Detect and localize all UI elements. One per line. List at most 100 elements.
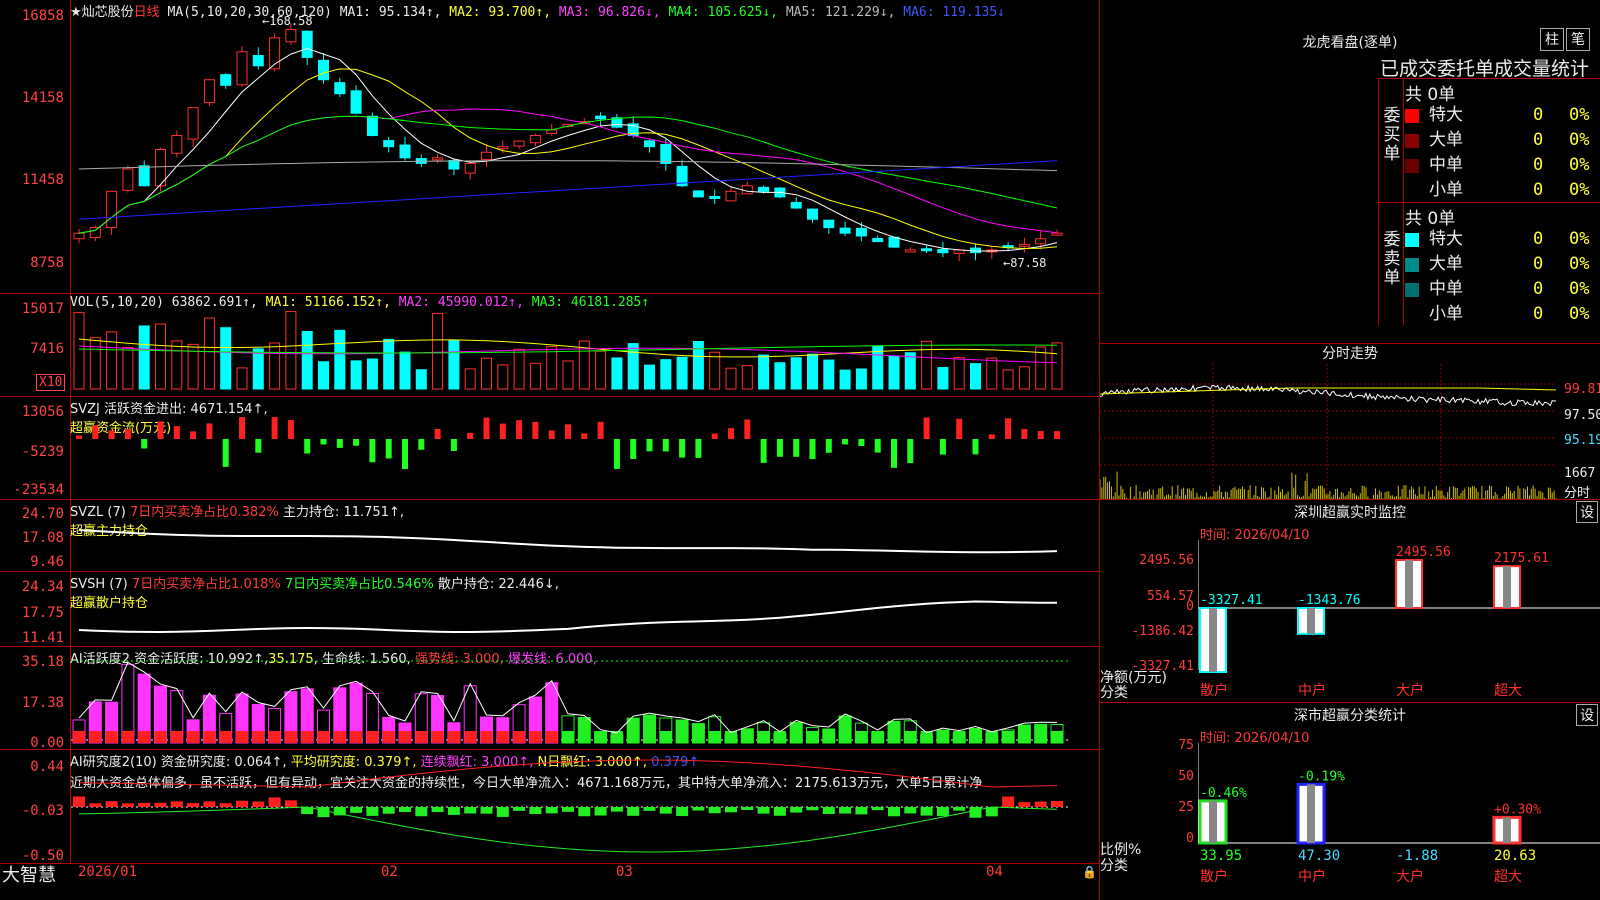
svzl-label: 24.70 — [21, 506, 64, 522]
active-base — [1051, 731, 1063, 743]
kline-candle — [187, 107, 199, 140]
volume-bar — [758, 354, 770, 390]
research-bar — [888, 807, 900, 817]
bar-mode-button[interactable]: 柱 — [1540, 28, 1564, 51]
volume-bar — [464, 368, 476, 390]
volume-bar — [937, 367, 949, 390]
buy-side-label: 委买单 — [1383, 106, 1401, 164]
ai-active-panel[interactable]: 35.18 17.38 0.00 AI活跃度2 资金活跃度: 10.992↑,3… — [0, 647, 1100, 751]
intraday-box[interactable]: 分时走势 99.81 97.50 95.19 1667 分时 — [1100, 344, 1600, 501]
svzj-chart[interactable] — [71, 397, 1100, 499]
intraday-chart[interactable] — [1100, 364, 1564, 499]
svsh-label: 11.41 — [21, 630, 64, 646]
volume-bar — [855, 368, 867, 390]
svzl-chart[interactable] — [71, 500, 1100, 571]
kline-candle — [741, 185, 753, 195]
monitor-bar-chart[interactable]: -3327.41 散户 -1343.76 中户 2495.56 大户 2175.61 超大 — [1198, 540, 1600, 702]
volume-bar — [106, 331, 118, 390]
svsh-chart[interactable] — [71, 572, 1100, 646]
fund-flow-bar — [597, 421, 604, 439]
monitor-settings-button[interactable]: 设 — [1576, 501, 1598, 523]
active-base — [480, 731, 493, 743]
research-bar — [855, 807, 868, 815]
fund-flow-bar — [1005, 418, 1012, 439]
research-bar — [73, 796, 85, 807]
research-bar — [252, 801, 265, 807]
stats-bar-chart[interactable]: -0.46% 33.95 散户 -0.19% 47.30 中户 -1.88 大户 +0.30% 2… — [1198, 743, 1600, 900]
ai-research-panel[interactable]: 0.44 -0.03 -0.50 AI研究度2(10) 资金研究度: 0.064… — [0, 750, 1100, 864]
fund-flow-bar — [450, 439, 457, 451]
kline-candle — [464, 162, 476, 174]
fund-flow-bar — [402, 439, 408, 470]
research-bar — [1034, 801, 1047, 807]
stats-y-label: 25 — [1178, 800, 1194, 815]
fund-flow-bar — [907, 439, 914, 464]
fund-flow-bar — [630, 439, 637, 460]
kline-candle — [89, 227, 101, 238]
research-bar — [203, 801, 216, 807]
svzl-panel[interactable]: 24.70 17.08 9.46 SVZL (7) 7日内买卖净占比0.382%… — [0, 500, 1100, 572]
volume-bar — [252, 348, 264, 390]
active-base — [871, 731, 884, 743]
ai-active-chart[interactable] — [71, 647, 1100, 749]
order-pct: 0% — [1569, 130, 1590, 150]
order-row: 特大 0 0% — [1405, 227, 1600, 252]
category-label: 中户 — [1298, 868, 1326, 885]
intraday-price-label: 95.19 — [1564, 433, 1600, 448]
ai-research-axis: 0.44 -0.03 -0.50 — [0, 750, 71, 864]
stats-settings-button[interactable]: 设 — [1576, 704, 1598, 726]
kline-candle — [497, 146, 509, 150]
kline-candle — [660, 143, 672, 164]
fund-flow-bar — [271, 417, 278, 439]
research-bar — [578, 807, 591, 817]
net-amount-bar-shade — [1405, 560, 1413, 608]
volume-bar — [285, 311, 297, 390]
svzj-label: -5239 — [21, 444, 64, 460]
intraday-title: 分时走势 — [1322, 346, 1378, 362]
dragon-table: 委买单 委卖单 共 0单 特大 0 0% 大单 0 0% 中单 0 0% 小单 0 0% 共 0单 特… — [1378, 78, 1600, 325]
active-base — [252, 731, 265, 743]
kline-panel[interactable]: 16858 14158 11458 8758 ★灿芯股份日线 MA(5,10,2… — [0, 0, 1100, 294]
fund-flow-bar — [418, 439, 425, 450]
monitor-y-label: 0 — [1186, 599, 1194, 614]
ai-research-chart[interactable] — [71, 750, 1100, 863]
research-bar — [822, 807, 835, 814]
fund-flow-bar — [956, 418, 963, 439]
volume-bar — [970, 363, 981, 390]
active-base — [399, 731, 411, 743]
volume-chart[interactable] — [71, 294, 1100, 396]
ma-line — [78, 68, 1058, 250]
dragon-tabs[interactable]: 已成交委托单成交量统计 — [1380, 54, 1589, 81]
kline-candle — [529, 135, 541, 144]
active-base — [806, 731, 819, 743]
monitor-cat-label: 分类 — [1100, 685, 1128, 701]
order-name: 小单 — [1429, 304, 1463, 324]
volume-panel[interactable]: 15017 7416 X10 VOL(5,10,20) 63862.691↑, … — [0, 294, 1100, 397]
active-base — [839, 731, 852, 743]
kline-chart[interactable] — [71, 0, 1100, 293]
svzj-panel[interactable]: 13056 -5239 -23534 SVZJ 活跃资金进出: 4671.154… — [0, 397, 1100, 500]
active-base — [317, 731, 330, 743]
category-label: 大户 — [1396, 682, 1424, 699]
order-name: 大单 — [1429, 254, 1463, 274]
active-base — [350, 731, 363, 743]
fund-flow-bar — [565, 424, 571, 439]
active-base — [415, 731, 428, 743]
svsh-panel[interactable]: 24.34 17.75 11.41 SVSH (7) 7日内买卖净占比1.018… — [0, 572, 1100, 647]
net-amount-label: -1343.76 — [1298, 593, 1361, 608]
order-row: 中单 0 0% — [1405, 277, 1600, 302]
research-bar — [562, 807, 574, 812]
fund-flow-bar — [939, 439, 946, 455]
kline-candle — [448, 159, 460, 170]
research-bar — [496, 807, 509, 817]
volume-bar — [236, 367, 248, 390]
active-base — [1002, 731, 1015, 743]
order-name: 特大 — [1429, 105, 1463, 125]
fund-flow-bar — [728, 428, 734, 439]
kline-candle — [73, 232, 85, 240]
pen-mode-button[interactable]: 笔 — [1566, 28, 1590, 51]
lock-icon[interactable]: 🔒 — [1082, 865, 1097, 879]
kline-candle — [122, 168, 134, 191]
stats-y-label: 75 — [1178, 738, 1194, 753]
active-base — [904, 731, 917, 743]
